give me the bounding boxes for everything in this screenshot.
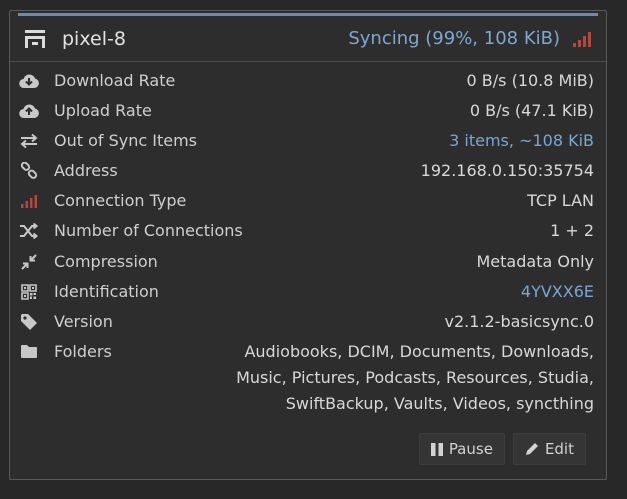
folder-icon — [19, 342, 39, 362]
row-out-of-sync: Out of Sync Items 3 items, ~108 KiB — [10, 127, 606, 157]
edit-button[interactable]: Edit — [512, 433, 586, 465]
row-download-rate: Download Rate 0 B/s (10.8 MiB) — [10, 67, 606, 97]
out-of-sync-link[interactable]: 3 items, ~108 KiB — [449, 127, 594, 155]
row-version: Version v2.1.2-basicsync.0 — [10, 308, 606, 338]
device-header[interactable]: pixel-8 Syncing (99%, 108 KiB) — [10, 16, 606, 62]
pause-icon — [430, 442, 443, 456]
row-upload-rate: Upload Rate 0 B/s (47.1 KiB) — [10, 97, 606, 127]
cloud-download-icon — [19, 71, 39, 91]
signal-bars-icon — [19, 191, 39, 211]
sync-status: Syncing (99%, 108 KiB) — [348, 28, 560, 49]
shuffle-icon — [19, 221, 39, 241]
device-panel: pixel-8 Syncing (99%, 108 KiB) Download … — [9, 10, 607, 480]
row-connections: Number of Connections 1 + 2 — [10, 217, 606, 247]
row-compression: Compression Metadata Only — [10, 248, 606, 278]
row-identification: Identification 4YVXX6E — [10, 278, 606, 308]
device-icon — [24, 29, 46, 49]
compress-icon — [19, 252, 39, 272]
device-details: Download Rate 0 B/s (10.8 MiB) Upload Ra… — [10, 67, 606, 418]
link-icon — [19, 161, 39, 181]
row-connection-type: Connection Type TCP LAN — [10, 187, 606, 217]
qr-code-icon — [19, 282, 39, 302]
pause-button[interactable]: Pause — [418, 433, 505, 465]
tag-icon — [19, 312, 39, 332]
cloud-upload-icon — [19, 101, 39, 121]
device-actions: Pause Edit — [418, 433, 586, 465]
signal-bars-icon — [572, 31, 592, 47]
device-name: pixel-8 — [62, 27, 126, 50]
swap-arrows-icon — [19, 131, 39, 151]
device-id-link[interactable]: 4YVXX6E — [521, 278, 594, 306]
row-address: Address 192.168.0.150:35754 — [10, 157, 606, 187]
pencil-icon — [525, 442, 539, 456]
row-folders: Folders Audiobooks, DCIM, Documents, Dow… — [10, 338, 606, 418]
